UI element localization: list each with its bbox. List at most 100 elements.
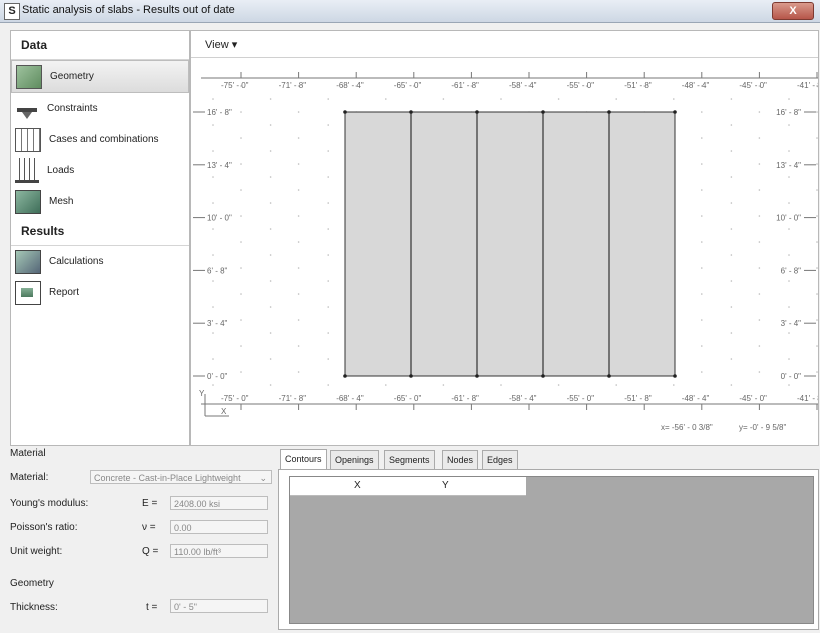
grid-dot bbox=[730, 228, 733, 230]
sidebar-item-loads[interactable]: Loads bbox=[11, 155, 189, 186]
sidebar-item-cases[interactable]: Cases and combinations bbox=[11, 124, 189, 155]
top-ruler-label: -58' - 4" bbox=[509, 81, 537, 90]
grid-dot bbox=[701, 293, 703, 295]
grid-dot bbox=[788, 124, 790, 126]
slab-node bbox=[607, 110, 611, 114]
grid-dot bbox=[701, 267, 703, 269]
mesh-icon bbox=[15, 189, 41, 214]
sidebar-item-report[interactable]: Report bbox=[11, 277, 189, 308]
loads-icon bbox=[15, 158, 39, 183]
axis-y-label: Y bbox=[199, 389, 205, 398]
grid-dot bbox=[557, 98, 560, 100]
tab-edges[interactable]: Edges bbox=[482, 450, 518, 469]
contours-table[interactable]: X Y bbox=[289, 476, 814, 624]
grid-dot bbox=[730, 254, 733, 256]
grid-dot bbox=[788, 150, 790, 152]
grid-dot bbox=[297, 163, 300, 165]
grid-dot bbox=[297, 215, 300, 217]
grid-dot bbox=[269, 254, 272, 256]
grid-dot bbox=[500, 98, 502, 100]
grid-dot bbox=[788, 254, 790, 256]
grid-dot bbox=[240, 319, 242, 321]
grid-dot bbox=[297, 345, 300, 347]
left-ruler-label: 0' - 0" bbox=[207, 372, 228, 381]
grid-dot bbox=[816, 137, 818, 139]
slab-node bbox=[673, 110, 677, 114]
grid-dot bbox=[615, 98, 617, 100]
grid-dot bbox=[442, 98, 445, 100]
sidebar-item-constraints[interactable]: Constraints bbox=[11, 93, 189, 124]
tab-contours[interactable]: Contours bbox=[280, 449, 327, 470]
view-menu-button[interactable]: View ▾ bbox=[205, 38, 237, 51]
table-header: X Y bbox=[290, 477, 526, 496]
window-title: Static analysis of slabs - Results out o… bbox=[22, 4, 235, 16]
material-select[interactable]: Concrete - Cast-in-Place Lightweight ⌄ bbox=[90, 470, 272, 484]
tab-openings[interactable]: Openings bbox=[330, 450, 379, 469]
tables-panel: Contours Openings Segments Nodes Edges X… bbox=[278, 449, 819, 630]
grid-dot bbox=[701, 241, 703, 243]
material-value: Concrete - Cast-in-Place Lightweight bbox=[94, 473, 241, 483]
grid-dot bbox=[673, 384, 675, 386]
grid-dot bbox=[269, 280, 272, 282]
data-section-header: Data bbox=[11, 31, 189, 60]
bottom-ruler-label: -71' - 8" bbox=[279, 394, 307, 403]
tab-segments[interactable]: Segments bbox=[384, 450, 435, 469]
grid-dot bbox=[615, 384, 617, 386]
top-ruler-label: -48' - 4" bbox=[682, 81, 710, 90]
grid-dot bbox=[212, 150, 214, 152]
properties-panel: Material Material: Concrete - Cast-in-Pl… bbox=[10, 448, 272, 628]
grid-dot bbox=[212, 254, 214, 256]
top-ruler-label: -51' - 8" bbox=[624, 81, 652, 90]
grid-dot bbox=[442, 384, 445, 386]
thickness-symbol: t = bbox=[146, 602, 158, 613]
grid-dot bbox=[816, 241, 818, 243]
poisson-field[interactable]: 0.00 bbox=[170, 520, 268, 534]
grid-dot bbox=[269, 228, 272, 230]
geometry-section-label: Geometry bbox=[10, 578, 54, 589]
grid-dot bbox=[730, 306, 733, 308]
title-bar: S Static analysis of slabs - Results out… bbox=[0, 0, 820, 23]
cursor-x-readout: x= -56' - 0 3/8" bbox=[661, 423, 713, 432]
top-ruler-label: -65' - 0" bbox=[394, 81, 422, 90]
grid-dot bbox=[758, 163, 761, 165]
grid-dot bbox=[730, 332, 733, 334]
grid-dot bbox=[240, 137, 242, 139]
sidebar-item-label: Cases and combinations bbox=[49, 134, 159, 145]
grid-dot bbox=[327, 306, 329, 308]
grid-dot bbox=[327, 384, 329, 386]
grid-dot bbox=[240, 241, 242, 243]
grid-dot bbox=[269, 98, 272, 100]
report-icon bbox=[15, 280, 41, 305]
grid-dot bbox=[758, 345, 761, 347]
young-field[interactable]: 2408.00 ksi bbox=[170, 496, 268, 510]
tab-nodes[interactable]: Nodes bbox=[442, 450, 479, 469]
left-ruler-label: 16' - 8" bbox=[207, 108, 232, 117]
grid-dot bbox=[327, 332, 329, 334]
unit-weight-field[interactable]: 110.00 lb/ft³ bbox=[170, 544, 268, 558]
grid-dot bbox=[212, 228, 214, 230]
sidebar-item-calculations[interactable]: Calculations bbox=[11, 246, 189, 277]
left-ruler-label: 3' - 4" bbox=[207, 319, 228, 328]
grid-dot bbox=[788, 306, 790, 308]
app-icon: S bbox=[4, 3, 20, 20]
grid-dot bbox=[327, 358, 329, 360]
grid-dot bbox=[788, 228, 790, 230]
sidebar-item-label: Geometry bbox=[50, 71, 94, 82]
drawing-canvas[interactable]: -75' - 0" -71' - 8" -68' - 4" -65' - 0" -61'… bbox=[191, 58, 818, 444]
grid-dot bbox=[730, 358, 733, 360]
grid-dot bbox=[816, 215, 818, 217]
thickness-field[interactable]: 0' - 5" bbox=[170, 599, 268, 613]
grid-dot bbox=[758, 319, 761, 321]
grid-dot bbox=[788, 98, 790, 100]
column-x: X bbox=[354, 480, 361, 491]
grid-dot bbox=[816, 267, 818, 269]
poisson-label: Poisson's ratio: bbox=[10, 522, 78, 533]
sidebar-item-geometry[interactable]: Geometry bbox=[11, 60, 189, 93]
left-ruler-label: 13' - 4" bbox=[207, 161, 232, 170]
young-label: Young's modulus: bbox=[10, 498, 89, 509]
grid-dot bbox=[788, 358, 790, 360]
sidebar-item-mesh[interactable]: Mesh bbox=[11, 186, 189, 217]
grid-dot bbox=[327, 124, 329, 126]
close-button[interactable]: X bbox=[772, 2, 814, 20]
grid-dot bbox=[240, 215, 242, 217]
